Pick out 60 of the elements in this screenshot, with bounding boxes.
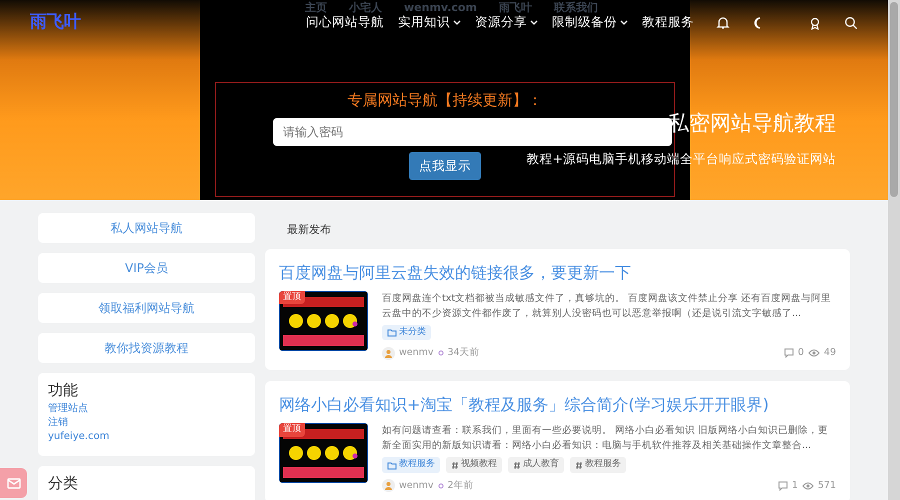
author-name[interactable]: wenmv — [399, 478, 434, 493]
pinned-badge: 置顶 — [279, 290, 305, 304]
nav-item[interactable]: 资源分享 — [475, 13, 538, 32]
eye-icon[interactable] — [808, 348, 820, 358]
sidebar-link[interactable]: 教你找资源教程 — [38, 333, 255, 363]
mail-button[interactable] — [0, 468, 27, 498]
widget-link[interactable]: 注销 — [48, 416, 245, 430]
nav-item[interactable]: 限制级备份 — [552, 13, 628, 32]
caret-icon[interactable] — [530, 19, 538, 26]
hashtag[interactable]: 成人教育 — [508, 457, 564, 473]
hashtag[interactable]: 视频教程 — [446, 457, 502, 473]
show-button[interactable]: 点我显示 — [409, 152, 481, 180]
password-field[interactable]: 请输入密码 — [273, 118, 672, 146]
comment-count: 1 — [792, 478, 798, 493]
pinned-badge: 置顶 — [279, 423, 305, 437]
view-count: 571 — [818, 478, 836, 493]
widget-link[interactable]: 管理站点 — [48, 402, 245, 416]
category-tag[interactable]: 未分类 — [382, 324, 431, 340]
eye-icon[interactable] — [802, 480, 814, 491]
sidebar-link[interactable]: 领取福利网站导航 — [38, 293, 255, 323]
post-title[interactable]: 百度网盘与阿里云盘失效的链接很多，要更新一下 — [279, 260, 836, 284]
hashtag[interactable]: 教程服务 — [570, 457, 626, 473]
caret-icon[interactable] — [620, 19, 628, 26]
post-time: 2年前 — [448, 478, 474, 493]
scrollbar-thumb[interactable] — [890, 2, 898, 197]
caret-icon[interactable] — [453, 19, 461, 26]
nav-item[interactable]: 问心网站导航 — [306, 13, 384, 32]
avatar-icon[interactable] — [382, 479, 395, 492]
sidebar-link[interactable]: 私人网站导航 — [38, 213, 255, 243]
view-count: 49 — [824, 346, 836, 360]
author-name[interactable]: wenmv — [399, 346, 434, 360]
folder-icon — [387, 328, 397, 337]
panel-prompt: 专属网站导航【持续更新】： — [348, 90, 542, 111]
avatar-icon[interactable] — [382, 346, 395, 360]
folder-icon — [387, 460, 397, 470]
post-title[interactable]: 网络小白必看知识+淘宝「教程及服务」综合简介(学习娱乐开开眼界) — [279, 393, 836, 418]
comment-count: 0 — [798, 346, 804, 360]
post-excerpt: 如有问题请查看：联系我们，里面有一些必要说明。 网络小白必看知识 旧版网络小白知识已删除，更新全面实用的新版知识请看：网络小白必看知识：电脑与手机软件推荐及相关基础操作文章整合... — [382, 424, 830, 454]
category-tag[interactable]: 教程服务 — [382, 457, 440, 473]
dot-icon[interactable] — [438, 482, 444, 489]
hash-icon[interactable] — [513, 460, 521, 470]
search-icon[interactable] — [844, 16, 858, 30]
comment-icon[interactable] — [778, 480, 788, 491]
comment-icon[interactable] — [784, 348, 794, 358]
widget-title: 分类 — [48, 472, 79, 494]
bell-icon[interactable] — [716, 16, 730, 30]
hash-icon[interactable] — [451, 460, 459, 470]
hash-icon[interactable] — [575, 460, 583, 470]
post-time: 34天前 — [448, 346, 480, 360]
post-excerpt: 百度网盘连个txt文档都被当成敏感文件了，真够坑的。 百度网盘该文件禁止分享 还有百度网盘与阿里云盘中的不少资源文件都作废了，就算别人没密码也可以恶意举报啊（还是说引流文字敏感了... — [382, 292, 832, 320]
widget-link[interactable]: yufeiye.com — [48, 430, 245, 444]
mail-icon[interactable] — [6, 478, 20, 488]
nav-item[interactable]: 教程服务 — [642, 13, 694, 32]
nav-item[interactable]: 实用知识 — [398, 13, 461, 32]
widget-title: 功能 — [48, 380, 79, 401]
sidebar-link[interactable]: VIP会员 — [38, 253, 255, 283]
site-logo[interactable]: 雨飞叶 — [30, 10, 81, 36]
dot-icon[interactable] — [438, 350, 444, 356]
medal-icon[interactable] — [808, 16, 822, 30]
section-title: 最新发布 — [286, 222, 332, 238]
